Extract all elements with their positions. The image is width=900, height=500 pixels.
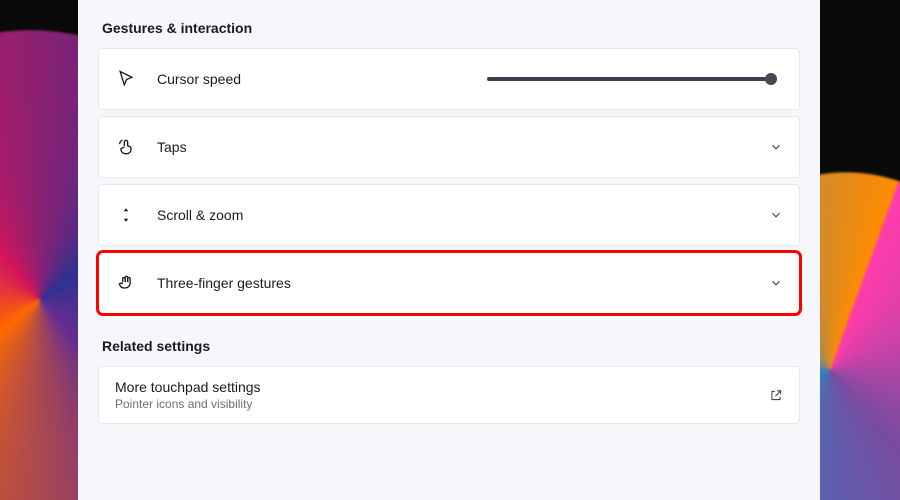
tap-icon <box>115 136 137 158</box>
row-sublabel: Pointer icons and visibility <box>115 397 261 411</box>
section-title-gestures: Gestures & interaction <box>102 20 800 36</box>
chevron-down-icon <box>769 276 783 290</box>
row-taps[interactable]: Taps <box>98 116 800 178</box>
row-cursor-speed[interactable]: Cursor speed <box>98 48 800 110</box>
slider-thumb[interactable] <box>765 73 777 85</box>
three-finger-icon <box>115 272 137 294</box>
section-title-related: Related settings <box>102 338 800 354</box>
slider-track <box>487 77 777 81</box>
row-label: Three-finger gestures <box>157 275 291 291</box>
open-external-icon <box>769 388 783 402</box>
row-label: More touchpad settings <box>115 379 261 395</box>
settings-panel: Gestures & interaction Cursor speed Taps <box>78 0 820 500</box>
scroll-zoom-icon <box>115 204 137 226</box>
row-label: Cursor speed <box>157 71 241 87</box>
row-scroll-zoom[interactable]: Scroll & zoom <box>98 184 800 246</box>
row-label: Scroll & zoom <box>157 207 243 223</box>
chevron-down-icon <box>769 208 783 222</box>
row-more-touchpad-settings[interactable]: More touchpad settings Pointer icons and… <box>98 366 800 424</box>
row-label: Taps <box>157 139 187 155</box>
cursor-icon <box>115 68 137 90</box>
chevron-down-icon <box>769 140 783 154</box>
row-three-finger-gestures[interactable]: Three-finger gestures <box>98 252 800 314</box>
cursor-speed-slider[interactable] <box>487 69 777 89</box>
